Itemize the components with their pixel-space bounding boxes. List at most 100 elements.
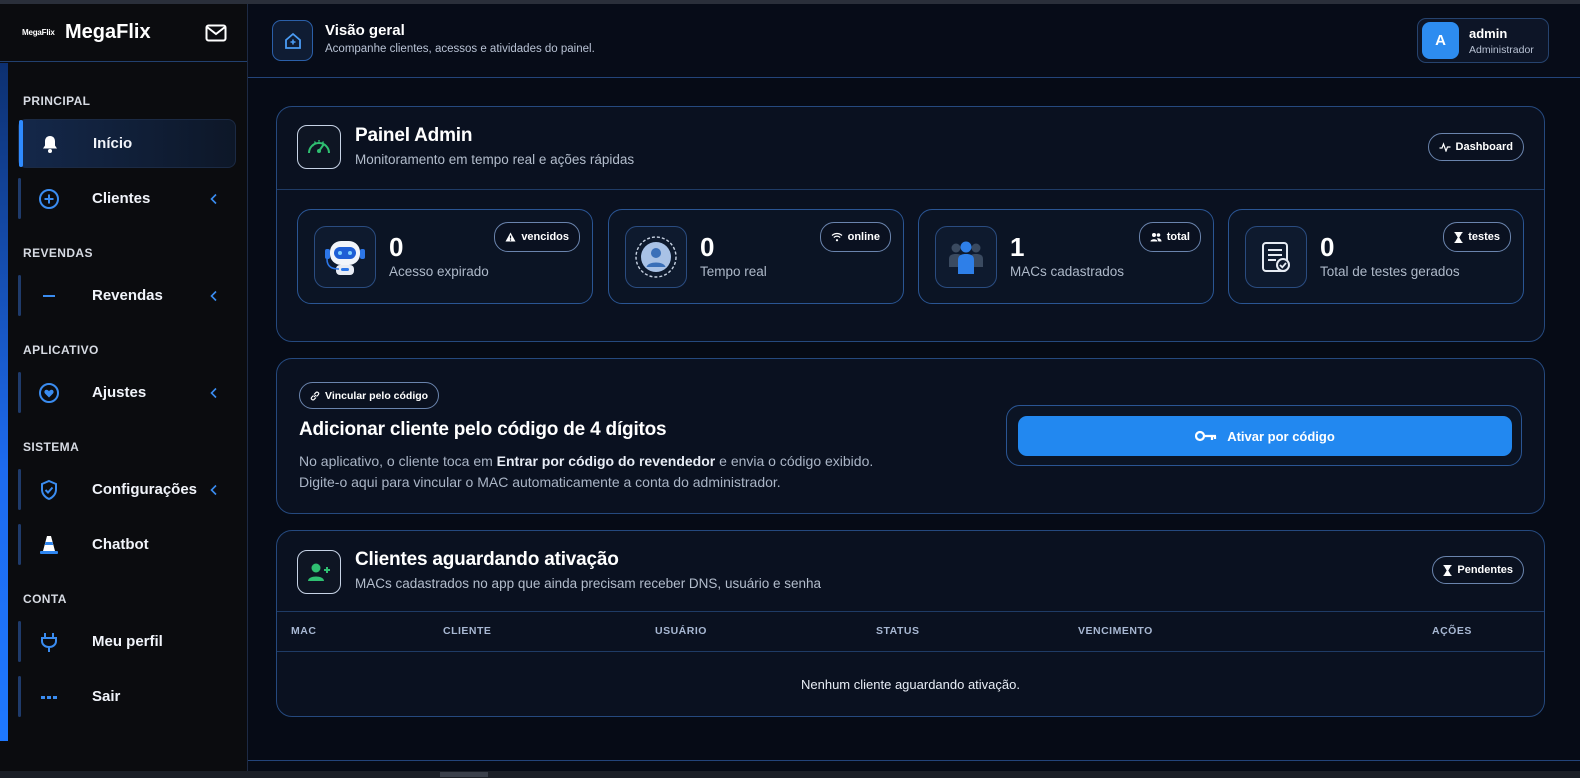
footer-divider [248,760,1580,761]
pending-badge-label: Pendentes [1457,564,1513,576]
user-online-icon [625,226,687,288]
section-conta: CONTA [23,592,67,606]
section-aplicativo: APLICATIVO [23,343,99,357]
sidebar-header: MegaFlix MegaFlix [0,4,247,62]
stat-badge-vencidos: vencidos [494,222,580,252]
section-revendas: REVENDAS [23,246,93,260]
plus-circle-icon [38,188,60,210]
dots-icon [38,686,60,708]
section-principal: PRINCIPAL [23,94,91,108]
link-code-description: No aplicativo, o cliente toca em Entrar … [299,451,979,492]
sidebar-scroll-accent [0,63,8,741]
stat-badge-label: vencidos [521,231,569,243]
description-emphasis: Entrar por código do revendedor [496,453,716,469]
sidebar-item-inicio[interactable]: Início [18,119,236,168]
card-divider [277,189,1544,190]
admin-panel-card: Painel Admin Monitoramento em tempo real… [276,106,1545,342]
hourglass-icon [1454,231,1463,243]
column-header-vencimento[interactable]: VENCIMENTO [1078,625,1153,637]
admin-panel-title: Painel Admin [355,125,473,146]
sidebar-item-label: Revendas [92,287,163,304]
minus-icon [38,285,60,307]
activate-by-code-button[interactable]: Ativar por código [1018,416,1512,456]
sidebar-item-revendas[interactable]: Revendas [18,271,236,320]
users-icon [1150,233,1162,242]
sidebar-item-label: Ajustes [92,384,147,401]
stat-value: 0 [1320,232,1335,262]
user-role: Administrador [1469,44,1534,56]
stat-badge-total: total [1138,222,1201,252]
sidebar-item-chatbot[interactable]: Chatbot [18,520,236,569]
sidebar-item-configuracoes[interactable]: Configurações [18,465,236,514]
link-code-badge-label: Vincular pelo código [325,389,429,402]
stat-card-tests[interactable]: 0 Total de testes gerados testes [1228,209,1524,304]
stat-card-realtime[interactable]: 0 Tempo real online [608,209,904,304]
speedometer-icon [297,125,341,169]
user-menu[interactable]: A admin Administrador [1417,18,1549,63]
stat-badge-label: testes [1468,231,1500,243]
table-top-divider [277,611,1544,612]
pending-subtitle: MACs cadastrados no app que ainda precis… [355,576,822,591]
stat-value: 0 [389,232,404,262]
scrollbar-thumb[interactable] [440,772,488,777]
chevron-left-icon [210,193,217,204]
dashboard-badge[interactable]: Dashboard [1427,133,1524,161]
chevron-left-icon [210,484,217,495]
home-icon[interactable] [272,20,313,61]
link-code-title: Adicionar cliente pelo código de 4 dígit… [299,419,667,440]
activate-button-label: Ativar por código [1227,428,1335,444]
pending-title: Clientes aguardando ativação [355,549,619,570]
stat-value: 1 [1010,232,1025,262]
sidebar-item-label: Chatbot [92,536,149,553]
admin-panel-subtitle: Monitoramento em tempo real e ações rápi… [355,152,635,167]
cone-icon [38,534,60,556]
heart-circle-icon [38,382,60,404]
sidebar-nav: PRINCIPAL Início Clientes REVENDAS Reven… [8,63,247,721]
hourglass-icon [1443,564,1452,576]
stat-card-macs[interactable]: 1 MACs cadastrados total [918,209,1214,304]
sidebar-item-label: Configurações [92,481,198,498]
column-header-mac[interactable]: MAC [291,625,316,637]
sidebar-item-clientes[interactable]: Clientes [18,174,236,223]
stat-badge-label: online [847,231,880,243]
description-text: No aplicativo, o cliente toca em [299,453,497,469]
sidebar-item-label: Sair [92,688,121,705]
table-empty-message: Nenhum cliente aguardando ativação. [801,677,1020,692]
document-check-icon [1245,226,1307,288]
column-header-acoes[interactable]: AÇÕES [1432,625,1472,637]
group-users-icon [935,226,997,288]
brand-name[interactable]: MegaFlix [65,21,205,44]
description-text: e envia o código exibido. [715,453,874,469]
sidebar-item-label: Meu perfil [92,633,163,650]
section-sistema: SISTEMA [23,440,80,454]
wifi-icon [831,232,843,242]
mail-icon[interactable] [205,24,227,42]
sidebar-item-perfil[interactable]: Meu perfil [18,617,236,666]
brand-logo: MegaFlix [22,28,55,37]
stat-value: 0 [700,232,715,262]
column-header-cliente[interactable]: CLIENTE [443,625,491,637]
bell-icon [39,133,61,155]
horizontal-scrollbar[interactable] [0,771,1580,778]
avatar: A [1422,22,1459,59]
key-icon [1195,430,1217,442]
shield-check-icon [38,479,60,501]
stat-label: Total de testes gerados [1320,264,1460,279]
sidebar-item-sair[interactable]: Sair [18,672,236,721]
activity-icon [1439,142,1451,152]
sidebar-item-ajustes[interactable]: Ajustes [18,368,236,417]
stat-label: MACs cadastrados [1010,264,1125,279]
page-subtitle: Acompanhe clientes, acessos e atividades… [325,43,595,55]
stat-badge-testes: testes [1443,222,1511,252]
activate-box: Ativar por código [1006,405,1522,466]
link-icon [310,390,320,401]
user-name: admin [1469,26,1508,41]
description-text: Digite-o aqui para vincular o MAC automa… [299,473,781,490]
stat-badge-online: online [819,222,891,252]
column-header-usuario[interactable]: USUÁRIO [655,625,707,637]
column-header-status[interactable]: STATUS [876,625,919,637]
top-header: Visão geral Acompanhe clientes, acessos … [248,4,1580,78]
table-header-divider [277,651,1544,652]
stat-card-expired[interactable]: 0 Acesso expirado vencidos [297,209,593,304]
warning-icon [505,232,516,242]
